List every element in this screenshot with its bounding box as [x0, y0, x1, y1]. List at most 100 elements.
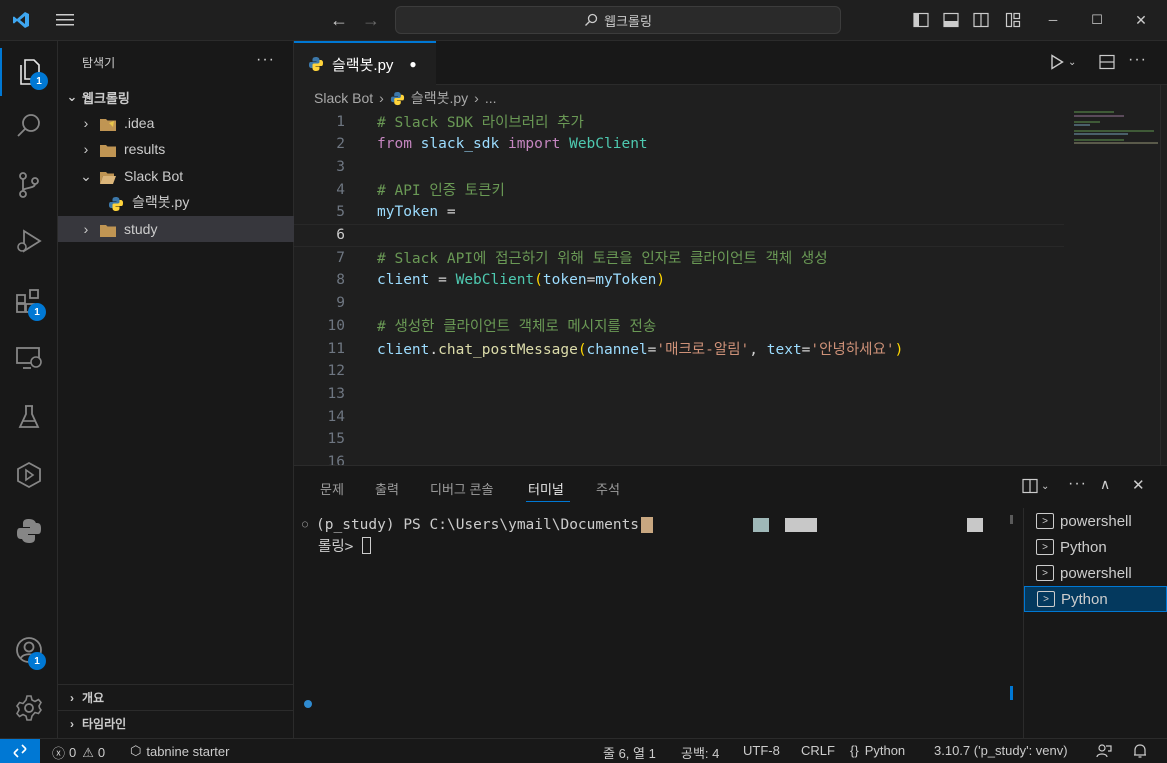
minimize-button[interactable]: ─ [1040, 8, 1066, 32]
toggle-primary-sidebar-icon[interactable] [908, 8, 934, 32]
tab-terminal[interactable]: 터미널 [528, 479, 564, 498]
indentation[interactable]: 공백: 4 [681, 743, 719, 762]
code-token: '안녕하세요' [810, 342, 895, 358]
vscode-logo-icon[interactable] [8, 8, 34, 32]
tab-comments[interactable]: 주석 [596, 479, 620, 498]
language-mode[interactable]: {} Python [850, 743, 905, 758]
maximize-button[interactable]: ☐ [1084, 8, 1110, 32]
explorer-badge: 1 [30, 72, 48, 90]
outline-section[interactable]: › 개요 [58, 684, 294, 710]
close-panel-icon[interactable]: ✕ [1132, 476, 1145, 494]
close-window-button[interactable]: ✕ [1128, 8, 1154, 32]
code-editor[interactable]: 1 # Slack SDK 라이브러리 추가 2 from slack_sdk imp… [294, 109, 1064, 465]
explorer-icon[interactable]: 1 [0, 48, 58, 96]
terminal-instance-python[interactable]: > Python [1024, 534, 1167, 560]
terminal-line: ○ (p_study) PS C:\Users\ymail\Documents [302, 514, 1012, 535]
code-line[interactable]: 3 [294, 155, 1064, 178]
code-line[interactable]: 11 client.chat_postMessage(channel='매크로-알… [294, 337, 1064, 360]
code-token: '매크로-알림' [656, 342, 750, 358]
run-python-button[interactable]: ⌄ [1050, 54, 1076, 70]
code-token: ( [577, 342, 587, 358]
terminal-instance-python[interactable]: > Python [1024, 586, 1167, 612]
deploy-icon[interactable] [0, 451, 58, 499]
feedback-icon[interactable] [1096, 743, 1112, 762]
code-line[interactable]: 9 [294, 292, 1064, 315]
remote-indicator-icon[interactable] [0, 739, 40, 763]
tree-root-folder[interactable]: ⌄ 웹크롤링 [58, 84, 294, 110]
terminal-instance-powershell[interactable]: > powershell [1024, 560, 1167, 586]
customize-layout-icon[interactable] [1000, 8, 1026, 32]
toggle-panel-icon[interactable] [938, 8, 964, 32]
maximize-panel-icon[interactable]: ∧ [1100, 476, 1110, 493]
end-of-line[interactable]: CRLF [801, 743, 835, 758]
minimap[interactable] [1070, 109, 1160, 189]
tree-item-slackbot-py[interactable]: 슬랙봇.py [58, 189, 294, 215]
code-line[interactable]: 7 # Slack API에 접근하기 위해 토큰을 인자로 클라이언트 객체 생… [294, 246, 1064, 269]
tree-item-results[interactable]: › results [58, 136, 294, 162]
toggle-secondary-sidebar-icon[interactable] [968, 8, 994, 32]
line-number: 1 [336, 113, 345, 130]
tab-problems[interactable]: 문제 [320, 479, 344, 498]
terminal-highlight [641, 516, 654, 533]
code-line[interactable]: 15 [294, 428, 1064, 451]
nav-forward-button[interactable]: → [358, 8, 384, 32]
code-line[interactable]: 6 [294, 223, 1064, 247]
code-line[interactable]: 12 [294, 360, 1064, 383]
terminal-instance-powershell[interactable]: > powershell [1024, 508, 1167, 534]
breadcrumb-file[interactable]: 슬랙봇.py [411, 88, 468, 108]
tabnine-status[interactable]: ⬡ tabnine starter [130, 743, 229, 759]
problems-status[interactable]: ⓧ 0 ⚠ 0 [52, 743, 105, 762]
cursor-position[interactable]: 줄 6, 열 1 [603, 743, 656, 762]
nav-back-button[interactable]: ← [326, 8, 352, 32]
more-actions-icon[interactable]: ··· [1128, 51, 1147, 69]
tab-slackbot-py[interactable]: 슬랙봇.py ● [294, 41, 436, 85]
breadcrumb-folder[interactable]: Slack Bot [314, 90, 373, 106]
run-debug-icon[interactable] [0, 217, 58, 265]
split-editor-icon[interactable] [1099, 54, 1115, 73]
command-center[interactable]: 웹크롤링 [395, 6, 841, 34]
accounts-icon[interactable]: 1 [0, 626, 58, 674]
notifications-bell-icon[interactable] [1132, 743, 1148, 762]
breadcrumb-more[interactable]: ... [485, 90, 497, 106]
code-line[interactable]: 5 myToken = [294, 201, 1064, 224]
code-line[interactable]: 16 [294, 451, 1064, 465]
tree-item-idea[interactable]: › .idea [58, 110, 294, 136]
tab-output[interactable]: 출력 [375, 479, 399, 498]
source-control-icon[interactable] [0, 161, 58, 209]
split-terminal-icon[interactable]: ⌄ [1022, 478, 1049, 494]
unsaved-dot-icon[interactable]: ● [409, 57, 416, 71]
extensions-icon[interactable]: 1 [0, 277, 58, 325]
encoding[interactable]: UTF-8 [743, 743, 780, 758]
python-icon[interactable] [0, 507, 58, 555]
terminal-output[interactable]: ○ (p_study) PS C:\Users\ymail\Documents … [302, 514, 1012, 556]
code-line[interactable]: 13 [294, 382, 1064, 405]
search-icon[interactable] [0, 102, 58, 150]
timeline-section[interactable]: › 타임라인 [58, 710, 294, 736]
settings-gear-icon[interactable] [0, 684, 58, 732]
line-number: 15 [327, 431, 345, 448]
terminal-highlight [967, 517, 984, 532]
line-number: 16 [327, 454, 345, 465]
tree-item-slack-bot[interactable]: ⌄ Slack Bot [58, 163, 294, 189]
tab-debug-console[interactable]: 디버그 콘솔 [430, 479, 493, 498]
sidebar-more-button[interactable]: ··· [256, 51, 275, 69]
python-interpreter[interactable]: 3.10.7 ('p_study': venv) [934, 743, 1068, 758]
tree-item-study[interactable]: › study [58, 216, 294, 242]
activity-bar: 1 1 1 [0, 41, 58, 738]
code-line[interactable]: 2 from slack_sdk import WebClient [294, 133, 1064, 156]
code-line[interactable]: 1 # Slack SDK 라이브러리 추가 [294, 110, 1064, 133]
menu-icon[interactable] [52, 8, 78, 32]
panel-more-icon[interactable]: ··· [1068, 475, 1087, 493]
editor-scrollbar[interactable] [1160, 85, 1167, 465]
remote-explorer-icon[interactable] [0, 334, 58, 382]
code-line[interactable]: 8 client = WebClient(token=myToken) [294, 269, 1064, 292]
code-line[interactable]: 10 # 생성한 클라이언트 객체로 메시지를 전송 [294, 314, 1064, 337]
testing-icon[interactable] [0, 393, 58, 441]
code-line[interactable]: 4 # API 인증 토큰키 [294, 178, 1064, 201]
code-line[interactable]: 14 [294, 405, 1064, 428]
terminal-prompt-continued: 롤링> [318, 539, 363, 555]
tree-item-label: Slack Bot [124, 168, 184, 184]
code-token: client [377, 272, 430, 289]
code-token: ) [894, 342, 904, 358]
line-number: 7 [336, 249, 345, 266]
